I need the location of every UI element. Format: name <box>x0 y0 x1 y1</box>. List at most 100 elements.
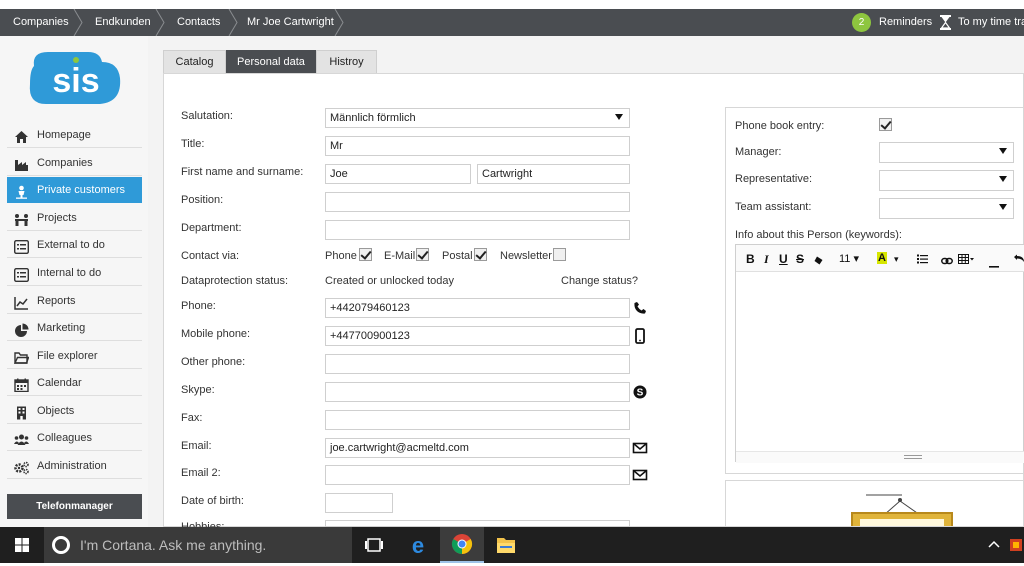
horizontal-rule-icon[interactable] <box>989 257 999 271</box>
meeting-icon <box>14 211 29 226</box>
tab-personal-data[interactable]: Personal data <box>226 50 316 73</box>
chevron-down-icon[interactable]: ▾ <box>894 254 899 265</box>
mobile-field[interactable]: +447700900123 <box>325 326 630 346</box>
sidebar-item-calendar[interactable]: Calendar <box>7 370 142 396</box>
name-label: First name and surname: <box>181 166 304 178</box>
sidebar-item-marketing[interactable]: Marketing <box>7 315 142 341</box>
sidebar-item-reports[interactable]: Reports <box>7 288 142 314</box>
sis-logo[interactable]: sis <box>26 44 126 110</box>
tray-expand-icon[interactable] <box>980 527 1008 563</box>
sidebar-item-colleagues[interactable]: Colleagues <box>7 425 142 451</box>
email2-label: Email 2: <box>181 467 221 479</box>
picture-frame-icon[interactable] <box>726 481 1024 527</box>
hobbies-field[interactable] <box>325 520 630 527</box>
first-name-field[interactable]: Joe <box>325 164 471 184</box>
breadcrumb-contacts[interactable]: Contacts <box>177 9 220 36</box>
skype-field[interactable] <box>325 382 630 402</box>
editor-toolbar: B I U S 11 ▾ A ▾ <box>736 245 1024 272</box>
breadcrumb-separator-icon <box>227 9 239 36</box>
envelope-icon[interactable] <box>632 440 648 456</box>
breadcrumb-companies[interactable]: Companies <box>13 9 69 36</box>
link-icon[interactable] <box>941 254 953 268</box>
edge-browser-icon[interactable]: e <box>396 527 440 563</box>
fax-field[interactable] <box>325 410 630 430</box>
telefonmanager-button[interactable]: Telefonmanager <box>7 494 142 519</box>
phone-field[interactable]: +442079460123 <box>325 298 630 318</box>
contact-phone-checkbox[interactable] <box>359 248 372 261</box>
cortana-search-box[interactable]: I'm Cortana. Ask me anything. <box>44 527 352 563</box>
other-phone-field[interactable] <box>325 354 630 374</box>
text-color-icon[interactable]: A <box>877 252 887 264</box>
window-top-strip <box>0 0 1024 9</box>
font-size-select[interactable]: 11 ▾ <box>839 252 859 265</box>
breadcrumb-bar: Companies Endkunden Contacts Mr Joe Cart… <box>0 9 1024 36</box>
manager-select[interactable] <box>879 142 1014 163</box>
italic-icon[interactable]: I <box>764 252 769 267</box>
strikethrough-icon[interactable]: S <box>796 252 804 266</box>
contact-email-checkbox[interactable] <box>416 248 429 261</box>
skype-icon[interactable]: S <box>632 384 648 400</box>
sidebar-item-companies[interactable]: Companies <box>7 150 142 176</box>
sidebar-item-label: Internal to do <box>37 267 102 279</box>
bullet-list-icon[interactable] <box>917 253 928 267</box>
keywords-rich-text-editor[interactable]: B I U S 11 ▾ A ▾ <box>735 244 1024 463</box>
sidebar-item-file-explorer[interactable]: File explorer <box>7 343 142 369</box>
dob-label: Date of birth: <box>181 495 244 507</box>
contact-newsletter-checkbox[interactable] <box>553 248 566 261</box>
sidebar-item-homepage[interactable]: Homepage <box>7 122 142 148</box>
resize-grip-icon[interactable] <box>904 455 922 459</box>
envelope-icon[interactable] <box>632 467 648 483</box>
hourglass-icon[interactable] <box>940 15 951 30</box>
sidebar-item-administration[interactable]: Administration <box>7 453 142 479</box>
chevron-down-icon <box>999 204 1007 210</box>
department-label: Department: <box>181 222 242 234</box>
breadcrumb-separator-icon <box>72 9 84 36</box>
tab-history[interactable]: Histroy <box>316 50 377 73</box>
salutation-select[interactable]: Männlich förmlich <box>325 108 630 128</box>
sidebar-item-label: Reports <box>37 295 76 307</box>
position-field[interactable] <box>325 192 630 212</box>
tray-app-icon[interactable] <box>1008 527 1024 563</box>
contact-postal-label: Postal <box>442 250 473 262</box>
task-view-button[interactable] <box>352 527 396 563</box>
phone-label: Phone: <box>181 300 216 312</box>
chrome-browser-icon[interactable] <box>440 527 484 563</box>
sidebar-item-projects[interactable]: Projects <box>7 205 142 231</box>
breadcrumb-current-contact[interactable]: Mr Joe Cartwright <box>247 9 334 36</box>
reminders-count-badge[interactable]: 2 <box>852 13 871 32</box>
home-icon <box>14 128 29 143</box>
table-icon[interactable] <box>958 253 974 267</box>
sidebar-item-label: Calendar <box>37 377 82 389</box>
tab-catalog[interactable]: Catalog <box>163 50 226 73</box>
phone-icon[interactable] <box>632 300 648 316</box>
representative-select[interactable] <box>879 170 1014 191</box>
file-explorer-icon[interactable] <box>484 527 528 563</box>
email2-field[interactable] <box>325 465 630 485</box>
undo-icon[interactable] <box>1013 253 1024 267</box>
sidebar-item-objects[interactable]: Objects <box>7 398 142 424</box>
department-field[interactable] <box>325 220 630 240</box>
windows-start-button[interactable] <box>0 527 44 563</box>
mobile-phone-icon[interactable] <box>632 328 648 344</box>
sidebar-item-label: Objects <box>37 405 75 417</box>
breadcrumb-endkunden[interactable]: Endkunden <box>95 9 151 36</box>
bold-icon[interactable]: B <box>746 252 755 266</box>
sidebar-item-private-customers[interactable]: Private customers <box>7 177 142 203</box>
phonebook-checkbox[interactable] <box>879 118 892 131</box>
sidebar-item-internal-todo[interactable]: Internal to do <box>7 260 142 286</box>
dob-field[interactable] <box>325 493 393 513</box>
underline-icon[interactable]: U <box>779 252 788 266</box>
change-status-link[interactable]: Change status? <box>561 275 638 287</box>
sidebar-item-label: Administration <box>37 460 107 472</box>
email-field[interactable]: joe.cartwright@acmeltd.com <box>325 438 630 458</box>
time-tracking-link[interactable]: To my time tra <box>958 9 1024 36</box>
reminders-link[interactable]: Reminders <box>879 9 932 36</box>
contact-postal-checkbox[interactable] <box>474 248 487 261</box>
title-field[interactable]: Mr <box>325 136 630 156</box>
surname-field[interactable]: Cartwright <box>477 164 630 184</box>
sidebar-item-label: Private customers <box>37 184 126 196</box>
team-assistant-select[interactable] <box>879 198 1014 219</box>
cortana-icon <box>52 536 70 554</box>
sidebar-item-external-todo[interactable]: External to do <box>7 232 142 258</box>
eraser-icon[interactable] <box>814 254 823 268</box>
